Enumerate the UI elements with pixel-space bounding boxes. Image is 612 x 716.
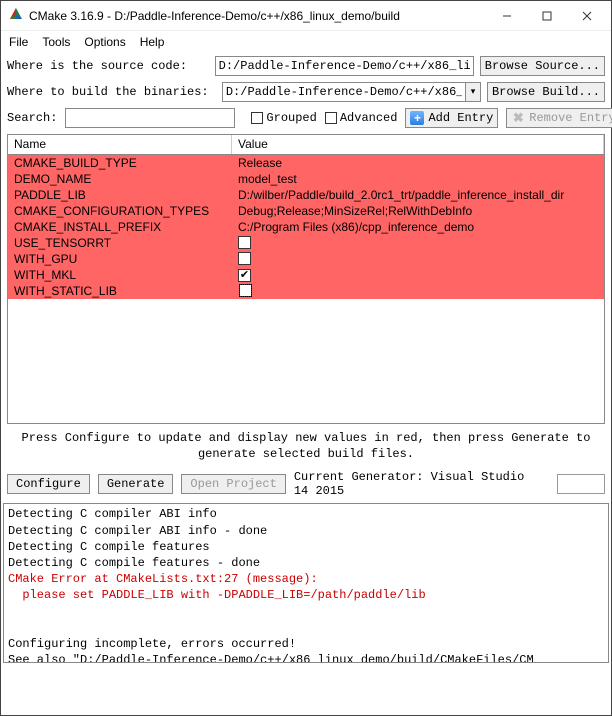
x-icon: ✖ <box>511 111 525 125</box>
source-row: Where is the source code: Browse Source.… <box>1 53 611 79</box>
cache-table: Name Value CMAKE_BUILD_TYPEReleaseDEMO_N… <box>7 134 605 424</box>
search-input[interactable] <box>65 108 235 128</box>
checkbox-icon[interactable] <box>238 236 251 249</box>
source-label: Where is the source code: <box>7 59 209 73</box>
menu-options[interactable]: Options <box>84 35 125 49</box>
window-title: CMake 3.16.9 - D:/Paddle-Inference-Demo/… <box>29 9 487 23</box>
cache-entry-name: CMAKE_BUILD_TYPE <box>8 155 232 171</box>
output-line: Detecting C compile features <box>8 539 604 555</box>
browse-build-button[interactable]: Browse Build... <box>487 82 605 102</box>
cache-entry-name: CMAKE_INSTALL_PREFIX <box>8 219 232 235</box>
output-line <box>8 604 604 620</box>
chevron-down-icon: ▾ <box>471 87 476 97</box>
advanced-checkbox[interactable]: Advanced <box>325 111 398 125</box>
table-row[interactable]: CMAKE_INSTALL_PREFIXC:/Program Files (x8… <box>8 219 604 235</box>
hint-text: Press Configure to update and display ne… <box>1 424 611 468</box>
plus-icon: + <box>410 111 424 125</box>
output-line: Configuring incomplete, errors occurred! <box>8 636 604 652</box>
search-label: Search: <box>7 111 57 125</box>
cache-entry-name: USE_TENSORRT <box>8 235 232 251</box>
menubar: File Tools Options Help <box>1 31 611 53</box>
cache-entry-value[interactable]: D:/wilber/Paddle/build_2.0rc1_trt/paddle… <box>232 187 604 203</box>
output-line <box>8 620 604 636</box>
cache-entry-value[interactable] <box>232 251 604 267</box>
output-line: Detecting C compiler ABI info <box>8 506 604 522</box>
action-row: Configure Generate Open Project Current … <box>1 468 611 500</box>
cache-entry-name: DEMO_NAME <box>8 171 232 187</box>
add-entry-button[interactable]: +Add Entry <box>405 108 498 128</box>
menu-help[interactable]: Help <box>140 35 165 49</box>
cache-entry-name: WITH_GPU <box>8 251 232 267</box>
cache-entry-name: CMAKE_CONFIGURATION_TYPES <box>8 203 232 219</box>
build-row: Where to build the binaries: ▾ Browse Bu… <box>1 79 611 105</box>
table-row[interactable]: WITH_MKL ✔ <box>8 267 604 283</box>
minimize-button[interactable] <box>487 2 527 30</box>
configure-button[interactable]: Configure <box>7 474 90 494</box>
close-button[interactable] <box>567 2 607 30</box>
cache-entry-name: WITH_MKL <box>8 267 232 283</box>
cache-entry-value[interactable]: Debug;Release;MinSizeRel;RelWithDebInfo <box>232 203 604 219</box>
build-dropdown-button[interactable]: ▾ <box>465 82 481 102</box>
generator-extra-field[interactable] <box>557 474 605 494</box>
output-log[interactable]: Detecting C compiler ABI infoDetecting C… <box>3 503 609 663</box>
current-generator-label: Current Generator: Visual Studio 14 2015 <box>294 470 541 498</box>
open-project-button[interactable]: Open Project <box>181 474 285 494</box>
menu-file[interactable]: File <box>9 35 28 49</box>
table-row[interactable]: WITH_GPU <box>8 251 604 267</box>
table-row[interactable]: WITH_STATIC_LIB <box>8 283 604 299</box>
cache-entry-name: PADDLE_LIB <box>8 187 232 203</box>
search-row: Search: Grouped Advanced +Add Entry ✖Rem… <box>1 105 611 131</box>
output-line: Detecting C compile features - done <box>8 555 604 571</box>
generate-button[interactable]: Generate <box>98 474 174 494</box>
output-line: See also "D:/Paddle-Inference-Demo/c++/x… <box>8 652 604 663</box>
table-row[interactable]: CMAKE_CONFIGURATION_TYPESDebug;Release;M… <box>8 203 604 219</box>
cache-entry-value[interactable] <box>232 235 604 251</box>
app-logo-icon <box>9 7 23 24</box>
table-row[interactable]: USE_TENSORRT <box>8 235 604 251</box>
col-value[interactable]: Value <box>232 135 604 154</box>
table-row[interactable]: DEMO_NAMEmodel_test <box>8 171 604 187</box>
cache-entry-name: WITH_STATIC_LIB <box>8 283 232 299</box>
source-input[interactable] <box>215 56 474 76</box>
output-line: please set PADDLE_LIB with -DPADDLE_LIB=… <box>8 587 604 603</box>
col-name[interactable]: Name <box>8 135 232 154</box>
output-line: CMake Error at CMakeLists.txt:27 (messag… <box>8 571 604 587</box>
checkbox-icon[interactable] <box>238 252 251 265</box>
output-line: Detecting C compiler ABI info - done <box>8 523 604 539</box>
table-body: CMAKE_BUILD_TYPEReleaseDEMO_NAMEmodel_te… <box>8 155 604 299</box>
cache-entry-value[interactable]: C:/Program Files (x86)/cpp_inference_dem… <box>232 219 604 235</box>
build-input[interactable] <box>222 82 465 102</box>
table-row[interactable]: PADDLE_LIBD:/wilber/Paddle/build_2.0rc1_… <box>8 187 604 203</box>
cache-entry-value[interactable]: ✔ <box>232 267 604 283</box>
cache-entry-value[interactable]: model_test <box>232 171 604 187</box>
cache-entry-value[interactable] <box>232 283 604 299</box>
checkbox-icon <box>325 112 337 124</box>
checkbox-icon[interactable] <box>239 284 252 297</box>
maximize-button[interactable] <box>527 2 567 30</box>
table-header: Name Value <box>8 135 604 155</box>
build-label: Where to build the binaries: <box>7 85 216 99</box>
cache-entry-value[interactable]: Release <box>232 155 604 171</box>
browse-source-button[interactable]: Browse Source... <box>480 56 605 76</box>
titlebar: CMake 3.16.9 - D:/Paddle-Inference-Demo/… <box>1 1 611 31</box>
checkbox-icon <box>251 112 263 124</box>
grouped-checkbox[interactable]: Grouped <box>251 111 316 125</box>
table-row[interactable]: CMAKE_BUILD_TYPERelease <box>8 155 604 171</box>
checkbox-icon[interactable]: ✔ <box>238 269 251 282</box>
remove-entry-button[interactable]: ✖Remove Entry <box>506 108 612 128</box>
menu-tools[interactable]: Tools <box>42 35 70 49</box>
